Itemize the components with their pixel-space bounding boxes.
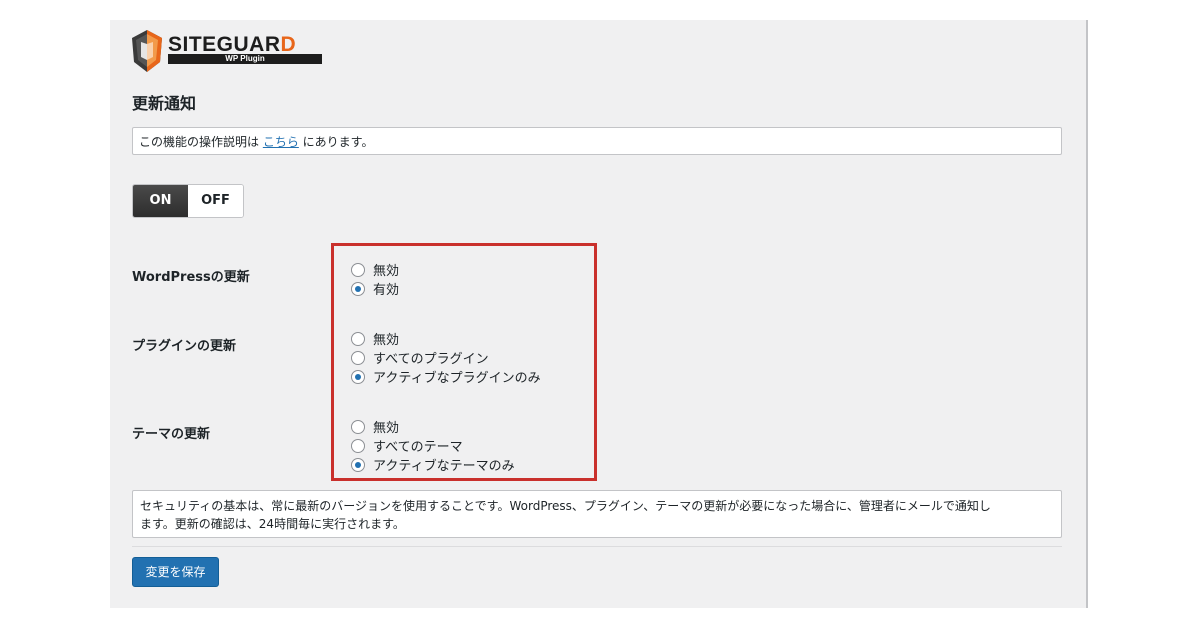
theme-update-label: テーマの更新 (132, 427, 211, 442)
help-note-text-before: この機能の操作説明は (139, 135, 263, 149)
radio-theme-active-only[interactable]: アクティブなテーマのみ (351, 455, 515, 474)
radio-label: アクティブなテーマのみ (373, 459, 515, 474)
divider (132, 546, 1062, 547)
shield-logo-icon (132, 30, 162, 72)
radio-circle[interactable] (351, 350, 365, 365)
wordpress-update-label: WordPressの更新 (132, 270, 250, 285)
radio-circle[interactable] (351, 262, 365, 277)
help-link[interactable]: こちら (263, 135, 299, 149)
theme-update-options: 無効 すべてのテーマ アクティブなテーマのみ (351, 417, 515, 474)
radio-plugin-active-only[interactable]: アクティブなプラグインのみ (351, 367, 541, 386)
radio-label: 無効 (373, 421, 400, 436)
radio-label: 無効 (373, 264, 400, 279)
help-note: この機能の操作説明は こちら にあります。 (132, 127, 1062, 155)
description-box: セキュリティの基本は、常に最新のバージョンを使用することです。WordPress… (132, 490, 1062, 538)
help-note-text-after: にあります。 (298, 135, 374, 149)
page-title: 更新通知 (132, 94, 197, 113)
radio-label: アクティブなプラグインのみ (373, 371, 541, 386)
radio-wordpress-enable[interactable]: 有効 (351, 279, 399, 298)
toggle-on-button[interactable]: ON (133, 185, 188, 217)
radio-wordpress-disable[interactable]: 無効 (351, 260, 399, 279)
logo-subtitle: WP Plugin (168, 54, 322, 64)
radio-label: すべてのプラグイン (373, 352, 489, 367)
settings-panel: SITEGUARD WP Plugin 更新通知 この機能の操作説明は こちら … (110, 20, 1088, 608)
radio-label: 有効 (373, 283, 400, 298)
radio-circle-checked[interactable] (351, 369, 365, 384)
siteguard-logo: SITEGUARD WP Plugin (132, 30, 332, 74)
toggle-off-button[interactable]: OFF (188, 185, 243, 217)
radio-circle[interactable] (351, 438, 365, 453)
description-line-1: セキュリティの基本は、常に最新のバージョンを使用することです。WordPress… (140, 499, 991, 513)
plugin-update-label: プラグインの更新 (132, 339, 237, 354)
radio-circle-checked[interactable] (351, 281, 365, 296)
save-changes-button[interactable]: 変更を保存 (132, 557, 219, 587)
radio-theme-disable[interactable]: 無効 (351, 417, 515, 436)
radio-plugin-all[interactable]: すべてのプラグイン (351, 348, 541, 367)
radio-circle[interactable] (351, 331, 365, 346)
wordpress-update-options: 無効 有効 (351, 260, 399, 298)
radio-circle-checked[interactable] (351, 457, 365, 472)
description-line-2: ます。更新の確認は、24時間毎に実行されます。 (140, 517, 405, 531)
radio-label: 無効 (373, 333, 400, 348)
radio-theme-all[interactable]: すべてのテーマ (351, 436, 515, 455)
radio-plugin-disable[interactable]: 無効 (351, 329, 541, 348)
radio-label: すべてのテーマ (373, 440, 463, 455)
radio-circle[interactable] (351, 419, 365, 434)
plugin-update-options: 無効 すべてのプラグイン アクティブなプラグインのみ (351, 329, 541, 386)
on-off-toggle[interactable]: ON OFF (132, 184, 244, 218)
